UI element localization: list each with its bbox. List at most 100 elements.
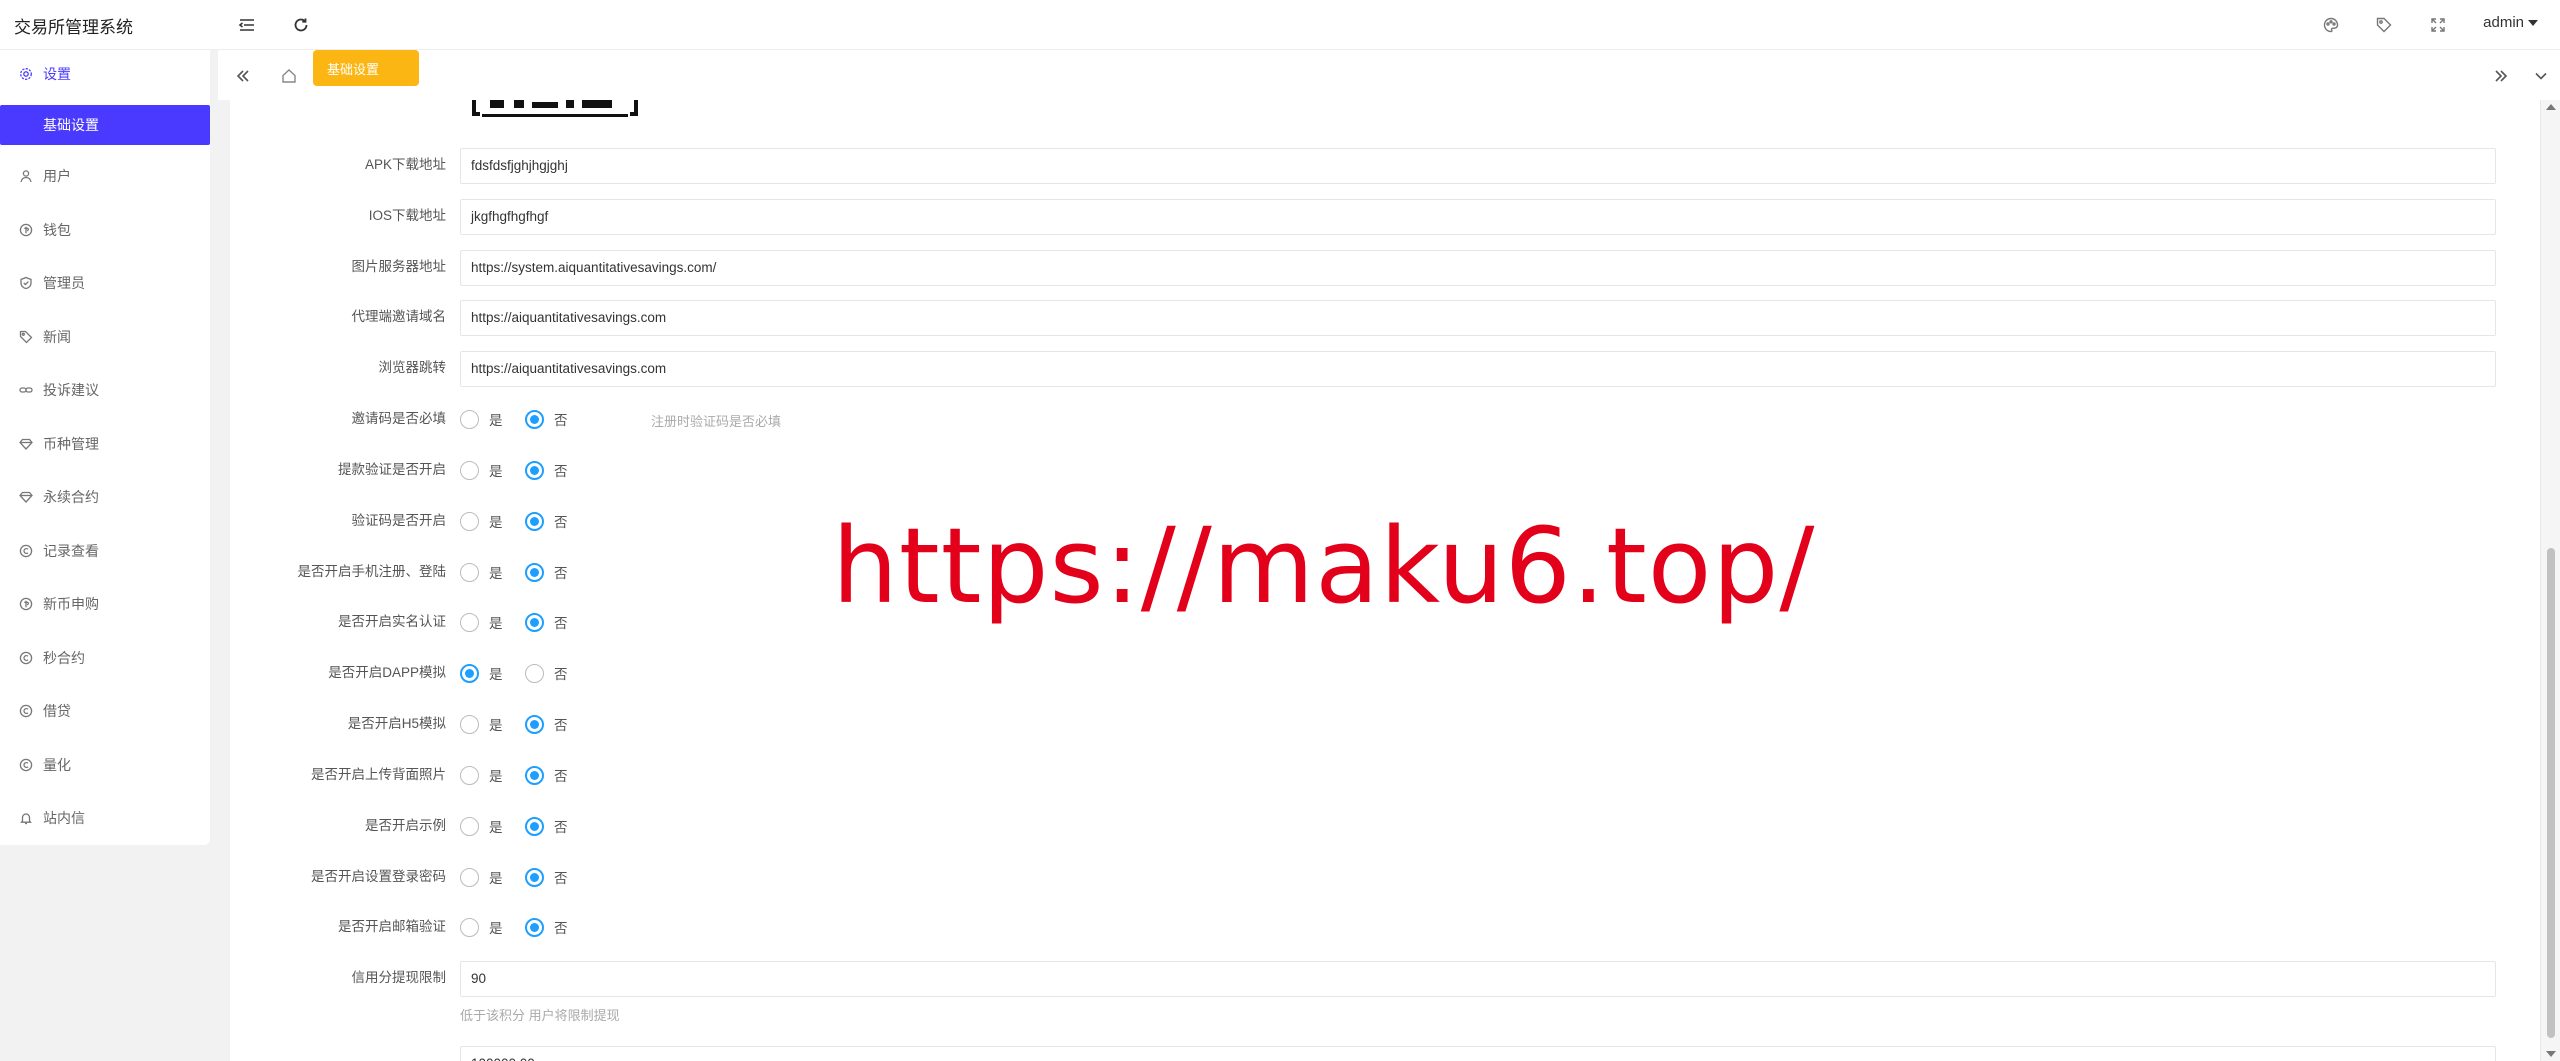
radio-circle-checked	[525, 765, 544, 785]
circle-c-icon	[18, 758, 33, 773]
sidebar-item-currency[interactable]: 币种管理	[0, 424, 210, 464]
tag-icon[interactable]	[2373, 14, 2395, 36]
sidebar-item-label: 币种管理	[43, 436, 99, 452]
radio-label: 否	[554, 769, 568, 784]
radio-circle	[525, 663, 544, 683]
sidebar-item-second-contract[interactable]: 秒合约	[0, 638, 210, 678]
radio-yes[interactable]: 是	[460, 511, 503, 531]
tabs-menu-chevron-down-icon[interactable]	[2530, 65, 2552, 87]
sidebar-item-label: 站内信	[43, 810, 85, 826]
link-icon	[18, 383, 33, 398]
radio-no[interactable]: 否	[525, 460, 568, 480]
sidebar-item-records[interactable]: 记录查看	[0, 531, 210, 571]
radio-circle	[460, 714, 479, 734]
diamond-icon	[18, 490, 33, 505]
circle-c-icon	[18, 544, 33, 559]
radio-no[interactable]: 否	[525, 612, 568, 632]
sidebar-item-label: 新闻	[43, 329, 71, 345]
radio-circle	[460, 765, 479, 785]
sidebar-item-settings[interactable]: 设置	[0, 54, 210, 94]
radio-no[interactable]: 否	[525, 562, 568, 582]
scroll-down-arrow-icon[interactable]	[2546, 1051, 2556, 1057]
radio-no[interactable]: 否	[525, 714, 568, 734]
radio-label: 否	[554, 616, 568, 631]
scroll-up-arrow-icon[interactable]	[2546, 104, 2556, 110]
radio-yes[interactable]: 是	[460, 765, 503, 785]
image-server-input[interactable]: https://system.aiquantitativesavings.com…	[460, 250, 2496, 286]
sidebar-item-users[interactable]: 用户	[0, 156, 210, 196]
field-label: 是否开启设置登录密码	[311, 869, 446, 884]
radio-yes[interactable]: 是	[460, 714, 503, 734]
radio-yes[interactable]: 是	[460, 663, 503, 683]
field-label: 邀请码是否必填	[351, 411, 447, 426]
radio-no[interactable]: 否	[525, 765, 568, 785]
radio-label: 否	[554, 820, 568, 835]
agent-domain-input[interactable]: https://aiquantitativesavings.com	[460, 300, 2496, 336]
partial-input[interactable]: 100000.00	[460, 1046, 2496, 1061]
sidebar-item-news[interactable]: 新闻	[0, 317, 210, 357]
radio-circle	[460, 460, 479, 480]
sidebar-item-wallet[interactable]: 钱包	[0, 210, 210, 250]
radio-label: 否	[554, 718, 568, 733]
radio-label: 否	[554, 413, 568, 428]
tabs-scroll-left-icon[interactable]	[232, 65, 254, 87]
sidebar-item-loan[interactable]: 借贷	[0, 691, 210, 731]
radio-label: 否	[554, 515, 568, 530]
radio-no[interactable]: 否	[525, 917, 568, 937]
radio-no[interactable]: 否	[525, 816, 568, 836]
sidebar-item-label: 钱包	[43, 222, 71, 238]
home-icon[interactable]	[278, 65, 300, 87]
theme-icon[interactable]	[2320, 14, 2342, 36]
menu-fold-icon[interactable]	[236, 14, 258, 36]
radio-circle-checked	[525, 714, 544, 734]
radio-label: 否	[554, 464, 568, 479]
form-row-email-verify: 是否开启邮箱验证 是 否	[230, 908, 2530, 946]
tag-icon	[18, 330, 33, 345]
sidebar-item-new-coin[interactable]: 新币申购	[0, 584, 210, 624]
tab-basic-settings[interactable]: 基础设置	[313, 50, 419, 86]
scroll-thumb[interactable]	[2547, 548, 2555, 1038]
credit-limit-input[interactable]: 90	[460, 961, 2496, 997]
sidebar-item-complaints[interactable]: 投诉建议	[0, 370, 210, 410]
sidebar-item-messages[interactable]: 站内信	[0, 798, 210, 838]
browser-redirect-input[interactable]: https://aiquantitativesavings.com	[460, 351, 2496, 387]
radio-label: 否	[554, 566, 568, 581]
radio-no[interactable]: 否	[525, 867, 568, 887]
radio-label: 是	[489, 515, 503, 530]
radio-yes[interactable]: 是	[460, 409, 503, 429]
page-scrollbar[interactable]	[2540, 100, 2560, 1061]
field-label: 是否开启H5模拟	[347, 716, 446, 731]
radio-yes[interactable]: 是	[460, 816, 503, 836]
form-row-invite-required: 邀请码是否必填 是 否 注册时验证码是否必填	[230, 400, 2530, 438]
radio-yes[interactable]: 是	[460, 562, 503, 582]
apk-url-input[interactable]: fdsfdsfjghjhgjghj	[460, 148, 2496, 184]
field-label: 图片服务器地址	[351, 259, 447, 274]
radio-yes[interactable]: 是	[460, 612, 503, 632]
radio-yes[interactable]: 是	[460, 917, 503, 937]
radio-no[interactable]: 否	[525, 511, 568, 531]
user-menu[interactable]: admin	[2483, 14, 2538, 31]
radio-circle-checked	[525, 409, 544, 429]
username: admin	[2483, 14, 2524, 31]
radio-label: 是	[489, 413, 503, 428]
radio-no[interactable]: 否	[525, 409, 568, 429]
form-row-browser-redirect: 浏览器跳转 https://aiquantitativesavings.com	[230, 349, 2530, 387]
ios-url-input[interactable]: jkgfhgfhgfhgf	[460, 199, 2496, 235]
form-row-example: 是否开启示例 是 否	[230, 807, 2530, 845]
sidebar-item-basic-settings[interactable]: 基础设置	[0, 105, 210, 145]
radio-circle-checked	[525, 816, 544, 836]
radio-no[interactable]: 否	[525, 663, 568, 683]
coin-icon	[18, 597, 33, 612]
radio-yes[interactable]: 是	[460, 460, 503, 480]
radio-label: 是	[489, 820, 503, 835]
radio-circle-checked	[525, 612, 544, 632]
refresh-icon[interactable]	[290, 14, 312, 36]
fullscreen-icon[interactable]	[2427, 14, 2449, 36]
field-label: 浏览器跳转	[378, 360, 447, 375]
field-label: APK下载地址	[364, 157, 446, 172]
sidebar-item-perpetual[interactable]: 永续合约	[0, 477, 210, 517]
tabs-scroll-right-icon[interactable]	[2490, 65, 2512, 87]
radio-yes[interactable]: 是	[460, 867, 503, 887]
sidebar-item-quant[interactable]: 量化	[0, 745, 210, 785]
sidebar-item-admin[interactable]: 管理员	[0, 263, 210, 303]
